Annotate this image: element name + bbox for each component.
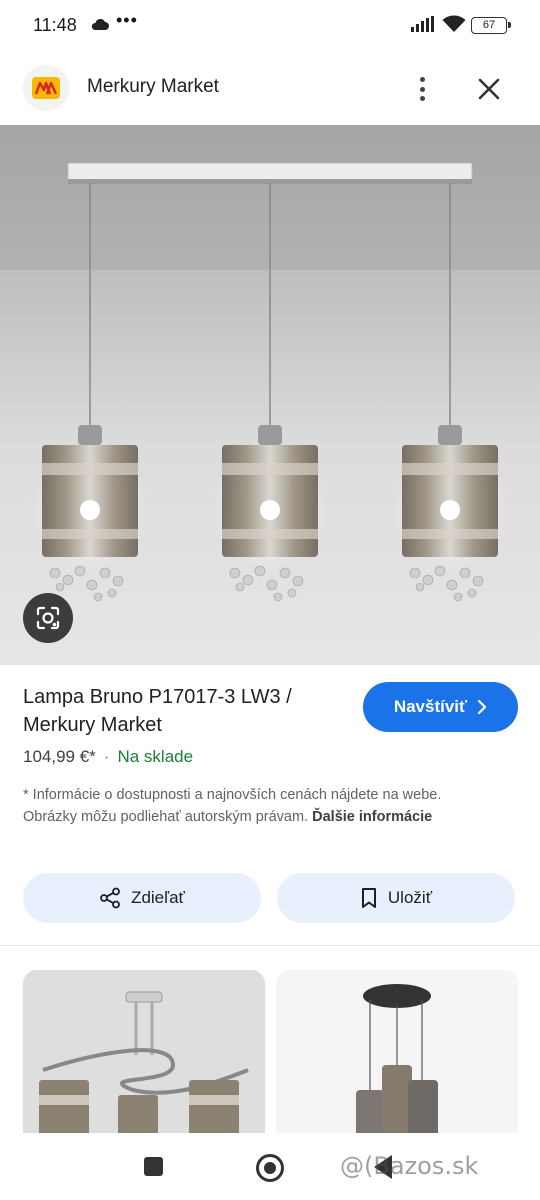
- wifi-icon: [442, 15, 466, 32]
- site-name[interactable]: Merkury Market: [87, 76, 219, 98]
- share-icon: [100, 887, 120, 909]
- signal-icon: [411, 16, 434, 32]
- more-options-icon[interactable]: [410, 74, 434, 104]
- merkury-market-logo-icon[interactable]: [23, 65, 69, 111]
- price: 104,99 €*: [23, 747, 96, 766]
- chevron-right-icon: [478, 700, 487, 714]
- notification-dots: •••: [116, 10, 138, 30]
- more-info-link[interactable]: Ďalšie informácie: [312, 809, 432, 825]
- status-time: 11:48: [33, 15, 77, 35]
- related-result-card[interactable]: [23, 970, 265, 1145]
- disclaimer: * Informácie o dostupnosti a najnovších …: [23, 784, 493, 828]
- google-lens-button[interactable]: [23, 593, 73, 643]
- product-title[interactable]: Lampa Bruno P17017-3 LW3 / Merkury Marke…: [23, 683, 343, 739]
- home-icon[interactable]: [256, 1154, 284, 1182]
- save-label: Uložiť: [387, 888, 433, 907]
- price-row: 104,99 €* · Na sklade: [23, 747, 193, 767]
- separator: ·: [103, 747, 110, 766]
- share-button[interactable]: Zdieľať: [23, 873, 261, 923]
- share-label: Zdieľať: [131, 888, 185, 907]
- visit-label: Navštíviť: [393, 697, 468, 716]
- save-button[interactable]: Uložiť: [277, 873, 515, 923]
- cloud-icon: [91, 18, 109, 30]
- recent-apps-icon[interactable]: [144, 1157, 163, 1176]
- watermark: @(Bazos.sk: [340, 1152, 479, 1180]
- divider: [0, 945, 540, 946]
- battery-icon: 67: [471, 17, 511, 34]
- product-image[interactable]: [0, 125, 540, 665]
- status-bar: 11:48 ••• 67: [0, 0, 540, 52]
- availability: Na sklade: [117, 747, 194, 766]
- visit-button[interactable]: Navštíviť: [363, 682, 518, 732]
- close-icon[interactable]: [476, 76, 502, 102]
- related-result-card[interactable]: [276, 970, 518, 1145]
- lens-icon: [36, 606, 60, 630]
- header: Merkury Market: [0, 52, 540, 125]
- battery-level: 67: [482, 19, 496, 31]
- bookmark-icon: [361, 888, 376, 908]
